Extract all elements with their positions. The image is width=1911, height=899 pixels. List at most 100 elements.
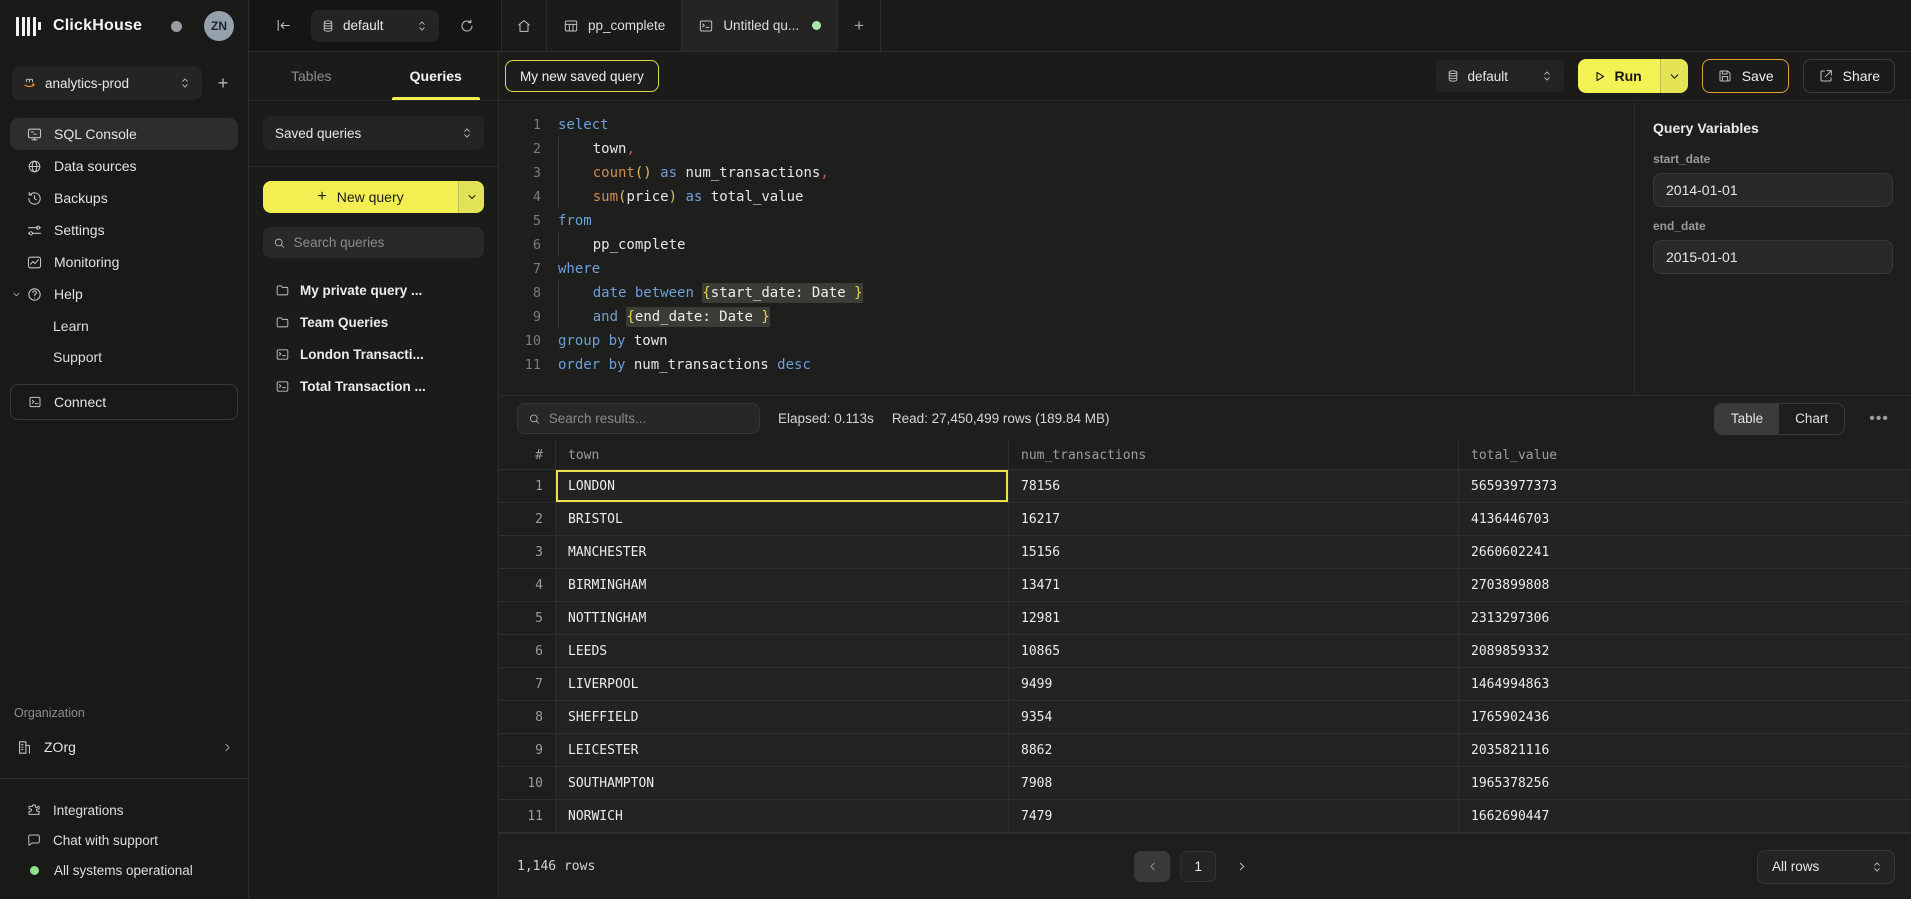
system-status[interactable]: All systems operational [10, 855, 238, 885]
saved-query-tab[interactable]: My new saved query [505, 60, 659, 92]
code-line[interactable]: 7where [511, 257, 1634, 281]
column-header-total-value[interactable]: total_value [1459, 441, 1911, 469]
prev-page-button[interactable] [1134, 851, 1170, 882]
num-transactions-cell[interactable]: 7479 [1009, 800, 1459, 832]
total-value-cell[interactable]: 2313297306 [1459, 602, 1911, 634]
search-queries-input[interactable] [294, 235, 474, 250]
num-transactions-cell[interactable]: 8862 [1009, 734, 1459, 766]
results-more-button[interactable]: ••• [1863, 410, 1895, 428]
organization-selector[interactable]: ZOrg [0, 730, 248, 764]
code-line[interactable]: 1select [511, 113, 1634, 137]
editor-database-selector[interactable]: default [1436, 60, 1564, 92]
town-cell[interactable]: LEEDS [556, 635, 1009, 667]
town-cell[interactable]: LIVERPOOL [556, 668, 1009, 700]
sidebar-item-learn[interactable]: Learn [10, 310, 238, 341]
add-service-button[interactable]: + [210, 70, 236, 96]
num-transactions-cell[interactable]: 13471 [1009, 569, 1459, 601]
total-value-cell[interactable]: 1464994863 [1459, 668, 1911, 700]
end-date-input[interactable] [1653, 240, 1893, 274]
refresh-button[interactable] [453, 12, 481, 40]
num-transactions-cell[interactable]: 15156 [1009, 536, 1459, 568]
view-toggle-chart[interactable]: Chart [1779, 404, 1844, 434]
run-button[interactable]: Run [1578, 59, 1688, 93]
town-cell[interactable]: SHEFFIELD [556, 701, 1009, 733]
chevron-left-icon [1146, 860, 1159, 873]
num-transactions-cell[interactable]: 9499 [1009, 668, 1459, 700]
sidebar-item-support[interactable]: Support [10, 341, 238, 372]
town-cell[interactable]: SOUTHAMPTON [556, 767, 1009, 799]
total-value-cell[interactable]: 2660602241 [1459, 536, 1911, 568]
search-results-input[interactable] [549, 411, 749, 426]
current-page[interactable]: 1 [1180, 851, 1216, 882]
town-cell[interactable]: NOTTINGHAM [556, 602, 1009, 634]
updown-chevrons-icon [1540, 69, 1554, 83]
saved-query-item[interactable]: My private query ... [255, 274, 492, 306]
total-value-cell[interactable]: 2089859332 [1459, 635, 1911, 667]
town-cell[interactable]: LONDON [556, 470, 1009, 502]
town-cell[interactable]: MANCHESTER [556, 536, 1009, 568]
sidebar-item-backups[interactable]: Backups [10, 182, 238, 214]
tab-untitled-query[interactable]: Untitled qu... [682, 0, 838, 51]
start-date-input[interactable] [1653, 173, 1893, 207]
share-button[interactable]: Share [1803, 59, 1895, 93]
code-line[interactable]: 3 count() as num_transactions, [511, 161, 1634, 185]
sidebar-item-chat-support[interactable]: Chat with support [10, 825, 238, 855]
code-line[interactable]: 11order by num_transactions desc [511, 353, 1634, 377]
query-scope-selector[interactable]: Saved queries [263, 116, 484, 150]
run-options-button[interactable] [1660, 59, 1688, 93]
town-cell[interactable]: NORWICH [556, 800, 1009, 832]
total-value-cell[interactable]: 56593977373 [1459, 470, 1911, 502]
total-value-cell[interactable]: 1765902436 [1459, 701, 1911, 733]
new-tab-button[interactable]: + [838, 0, 881, 51]
sidebar-item-sql-console[interactable]: SQL Console [10, 118, 238, 150]
service-selector[interactable]: analytics-prod [12, 66, 202, 100]
num-transactions-cell[interactable]: 16217 [1009, 503, 1459, 535]
total-value-cell[interactable]: 4136446703 [1459, 503, 1911, 535]
code-line[interactable]: 8 date between {start_date: Date } [511, 281, 1634, 305]
total-value-cell[interactable]: 1662690447 [1459, 800, 1911, 832]
column-header-town[interactable]: town [556, 441, 1009, 469]
saved-query-item[interactable]: Total Transaction ... [255, 370, 492, 402]
total-value-cell[interactable]: 1965378256 [1459, 767, 1911, 799]
sidebar-item-help[interactable]: Help [10, 278, 238, 310]
sidebar-item-settings[interactable]: Settings [10, 214, 238, 246]
num-transactions-cell[interactable]: 78156 [1009, 470, 1459, 502]
code-line[interactable]: 5from [511, 209, 1634, 233]
town-cell[interactable]: BRISTOL [556, 503, 1009, 535]
avatar[interactable]: ZN [204, 11, 234, 41]
sidebar-item-monitoring[interactable]: Monitoring [10, 246, 238, 278]
column-header-index[interactable]: # [499, 441, 556, 469]
num-transactions-cell[interactable]: 12981 [1009, 602, 1459, 634]
num-transactions-cell[interactable]: 9354 [1009, 701, 1459, 733]
town-cell[interactable]: BIRMINGHAM [556, 569, 1009, 601]
page-size-selector[interactable]: All rows [1757, 850, 1895, 884]
total-value-cell[interactable]: 2703899808 [1459, 569, 1911, 601]
saved-query-item[interactable]: Team Queries [255, 306, 492, 338]
code-line[interactable]: 2 town, [511, 137, 1634, 161]
tab-queries[interactable]: Queries [374, 52, 499, 100]
new-query-button[interactable]: + New query [263, 181, 484, 213]
total-value-cell[interactable]: 2035821116 [1459, 734, 1911, 766]
saved-query-item[interactable]: London Transacti... [255, 338, 492, 370]
connect-button[interactable]: Connect [10, 384, 238, 420]
code-line[interactable]: 9 and {end_date: Date } [511, 305, 1634, 329]
town-cell[interactable]: LEICESTER [556, 734, 1009, 766]
save-button[interactable]: Save [1702, 59, 1789, 93]
next-page-button[interactable] [1226, 851, 1256, 882]
home-tab[interactable] [502, 0, 547, 51]
sql-editor[interactable]: 1select2 town,3 count() as num_transacti… [499, 102, 1634, 395]
column-header-num-transactions[interactable]: num_transactions [1009, 441, 1459, 469]
num-transactions-cell[interactable]: 10865 [1009, 635, 1459, 667]
code-line[interactable]: 4 sum(price) as total_value [511, 185, 1634, 209]
topbar-database-selector[interactable]: default [311, 10, 439, 42]
num-transactions-cell[interactable]: 7908 [1009, 767, 1459, 799]
tab-tables[interactable]: Tables [249, 52, 374, 100]
code-line[interactable]: 6 pp_complete [511, 233, 1634, 257]
code-line[interactable]: 10group by town [511, 329, 1634, 353]
sidebar-item-integrations[interactable]: Integrations [10, 795, 238, 825]
tab-pp-complete[interactable]: pp_complete [547, 0, 682, 51]
view-toggle-table[interactable]: Table [1715, 404, 1779, 434]
collapse-sidebar-button[interactable] [269, 12, 297, 40]
new-query-options-button[interactable] [458, 181, 484, 213]
sidebar-item-data-sources[interactable]: Data sources [10, 150, 238, 182]
